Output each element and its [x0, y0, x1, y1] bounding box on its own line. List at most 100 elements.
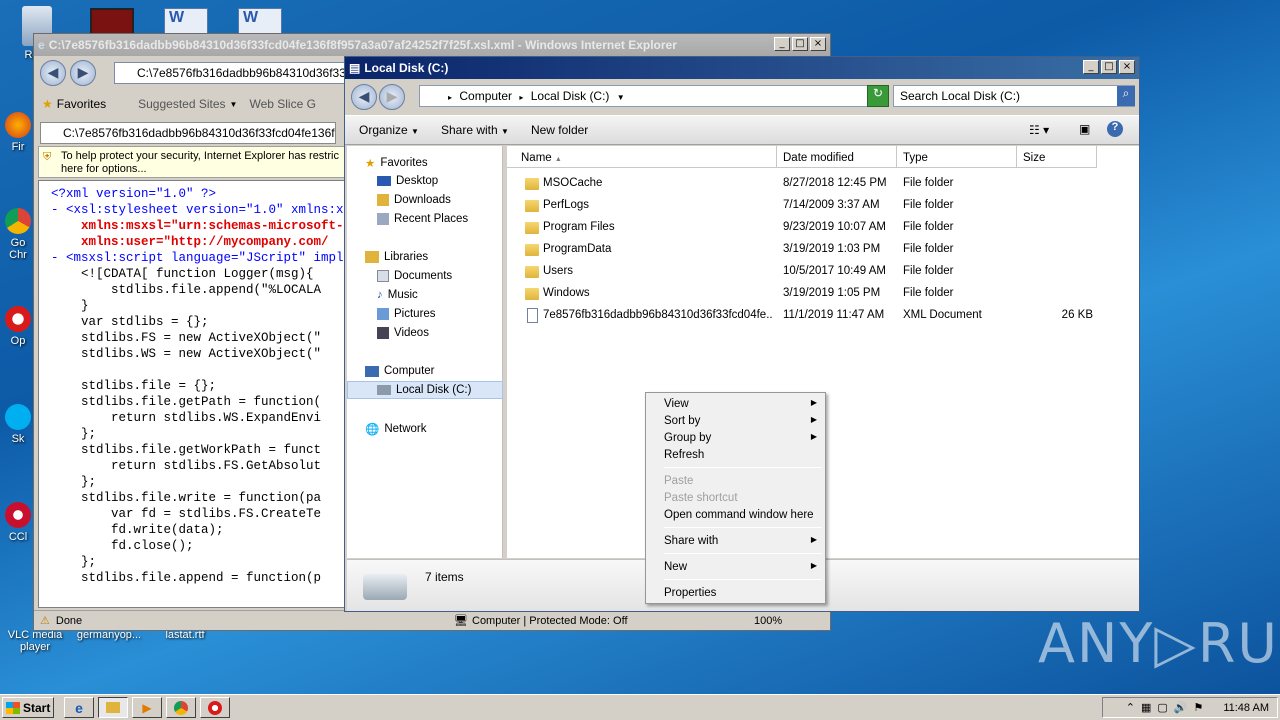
chevron-down-icon[interactable]: ▼: [617, 93, 625, 102]
xml-line: fd.close();: [51, 539, 194, 553]
minimize-button[interactable]: _: [1083, 60, 1099, 74]
xml-line: <?xml version="1.0" ?>: [51, 187, 217, 201]
help-icon[interactable]: ?: [1107, 121, 1123, 137]
word-doc-icon[interactable]: W: [164, 8, 208, 36]
clock[interactable]: 11:48 AM: [1223, 702, 1269, 714]
desktop-icon-ccleaner[interactable]: CCl: [0, 502, 36, 543]
forward-button[interactable]: ▶: [70, 60, 96, 86]
preview-pane-icon[interactable]: ▣: [1079, 122, 1090, 136]
maximize-button[interactable]: □: [1101, 60, 1117, 74]
nav-favorites[interactable]: ★ Favorites: [365, 156, 428, 170]
file-row[interactable]: PerfLogs 7/14/2009 3:37 AM File folder: [507, 196, 1139, 216]
close-button[interactable]: ×: [1119, 60, 1135, 74]
share-with-button[interactable]: Share with ▼: [441, 123, 509, 137]
computer-icon: 🖥: [454, 615, 468, 627]
new-folder-button[interactable]: New folder: [531, 123, 588, 137]
file-row[interactable]: ProgramData 3/19/2019 1:03 PM File folder: [507, 240, 1139, 260]
nav-pictures[interactable]: Pictures: [377, 308, 436, 320]
nav-desktop[interactable]: Desktop: [377, 175, 438, 187]
xml-line: var fd = stdlibs.FS.CreateTe: [51, 507, 322, 521]
menu-item-sort-by[interactable]: Sort by ▶: [648, 413, 823, 430]
forward-button[interactable]: ▶: [379, 84, 405, 110]
web-slice-link[interactable]: Web Slice G: [249, 97, 315, 111]
desktop-icon-label: Sk: [11, 433, 25, 445]
nav-downloads[interactable]: Downloads: [377, 194, 451, 206]
menu-item-open-command-window[interactable]: Open command window here: [648, 507, 823, 524]
nav-network[interactable]: 🌐 Network: [365, 422, 427, 436]
drive-large-icon: [363, 574, 407, 600]
menu-item-new[interactable]: New ▶: [648, 559, 823, 576]
desktop-icon: [377, 176, 391, 186]
suggested-sites-link[interactable]: Suggested Sites: [138, 97, 225, 111]
taskbar-chrome-button[interactable]: [166, 697, 196, 718]
pdf-app-icon[interactable]: [90, 8, 134, 36]
organize-button[interactable]: Organize ▼: [359, 123, 419, 137]
xml-line: }: [51, 299, 89, 313]
menu-item-refresh[interactable]: Refresh: [648, 447, 823, 464]
back-button[interactable]: ◀: [351, 84, 377, 110]
column-size[interactable]: Size: [1017, 146, 1097, 168]
ie-titlebar[interactable]: e C:\7e8576fb316dadbb96b84310d36f33fcd04…: [34, 34, 830, 56]
menu-item-share-with[interactable]: Share with ▶: [648, 533, 823, 550]
close-button[interactable]: ×: [810, 37, 826, 51]
explorer-titlebar[interactable]: ▤ Local Disk (C:): [345, 57, 1139, 79]
file-row[interactable]: Program Files 9/23/2019 10:07 AM File fold…: [507, 218, 1139, 238]
volume-icon[interactable]: 🔊: [1174, 701, 1188, 714]
start-label: Start: [23, 700, 51, 715]
ie-tab-current[interactable]: C:\7e8576fb316dadbb96b84310d36f33fcd04fe…: [40, 122, 336, 144]
column-date-modified[interactable]: Date modified: [777, 146, 897, 168]
file-type: File folder: [903, 265, 954, 277]
nav-local-disk[interactable]: Local Disk (C:): [377, 384, 471, 396]
search-placeholder: Search Local Disk (C:): [900, 89, 1021, 103]
maximize-button[interactable]: □: [792, 37, 808, 51]
file-row[interactable]: Windows 3/19/2019 1:05 PM File folder: [507, 284, 1139, 304]
taskbar-media-player-button[interactable]: ▶: [132, 697, 162, 718]
desktop-icon-skype[interactable]: Sk: [0, 404, 36, 445]
file-row[interactable]: MSOCache 8/27/2018 12:45 PM File folder: [507, 174, 1139, 194]
desktop-icon-firefox[interactable]: Fir: [0, 112, 36, 153]
taskbar-ie-button[interactable]: e: [64, 697, 94, 718]
nav-libraries[interactable]: Libraries: [365, 251, 428, 263]
menu-item-paste-shortcut[interactable]: Paste shortcut: [648, 490, 823, 507]
breadcrumb-computer[interactable]: Computer: [459, 89, 512, 103]
desktop-icon-label: Go Chr: [9, 237, 27, 261]
back-button[interactable]: ◀: [40, 60, 66, 86]
menu-item-paste[interactable]: Paste: [648, 473, 823, 490]
minimize-button[interactable]: _: [774, 37, 790, 51]
menu-item-group-by[interactable]: Group by ▶: [648, 430, 823, 447]
zoom-level[interactable]: 100%: [754, 615, 782, 627]
nav-computer[interactable]: Computer: [365, 365, 435, 377]
desktop-icon-chrome[interactable]: Go Chr: [0, 208, 36, 261]
file-name: Windows: [543, 287, 590, 299]
nav-videos[interactable]: Videos: [377, 327, 429, 339]
item-count: 7 items: [425, 570, 464, 584]
taskbar-opera-button[interactable]: [200, 697, 230, 718]
nav-documents[interactable]: Documents: [377, 270, 452, 282]
column-type[interactable]: Type: [897, 146, 1017, 168]
start-button[interactable]: Start: [2, 697, 54, 718]
file-row[interactable]: Users 10/5/2017 10:49 AM File folder: [507, 262, 1139, 282]
column-name[interactable]: Name ▲: [507, 146, 777, 168]
flag-icon[interactable]: ⚑: [1193, 701, 1203, 714]
search-icon[interactable]: ⌕: [1117, 86, 1135, 106]
display-tray-icon[interactable]: ▢: [1157, 701, 1167, 714]
menu-separator: [664, 467, 822, 468]
tray-expand-icon[interactable]: ⌃: [1126, 701, 1135, 714]
menu-item-view[interactable]: View ▶: [648, 396, 823, 413]
menu-item-properties[interactable]: Properties: [648, 585, 823, 602]
chevron-right-icon: ▶: [810, 398, 817, 407]
nav-recent-places[interactable]: Recent Places: [377, 213, 468, 225]
search-input[interactable]: Search Local Disk (C:): [893, 85, 1135, 107]
network-tray-icon[interactable]: ▦: [1141, 701, 1151, 714]
xml-line: <![CDATA[ function Logger(msg){: [51, 267, 314, 281]
desktop-icon-opera[interactable]: Op: [0, 306, 36, 347]
view-options-icon[interactable]: ☷ ▾: [1029, 123, 1049, 137]
favorites-button[interactable]: Favorites: [57, 97, 106, 111]
word-doc-icon[interactable]: W: [238, 8, 282, 36]
breadcrumb[interactable]: ▸ Computer ▸ Local Disk (C:) ▼: [419, 85, 887, 107]
taskbar-explorer-button[interactable]: [98, 697, 128, 718]
nav-music[interactable]: ♪ Music: [377, 289, 418, 301]
breadcrumb-local-disk[interactable]: Local Disk (C:): [531, 89, 610, 103]
file-row[interactable]: 7e8576fb316dadbb96b84310d36f33fcd04fe...…: [507, 306, 1139, 326]
refresh-button[interactable]: ↻: [867, 85, 889, 107]
